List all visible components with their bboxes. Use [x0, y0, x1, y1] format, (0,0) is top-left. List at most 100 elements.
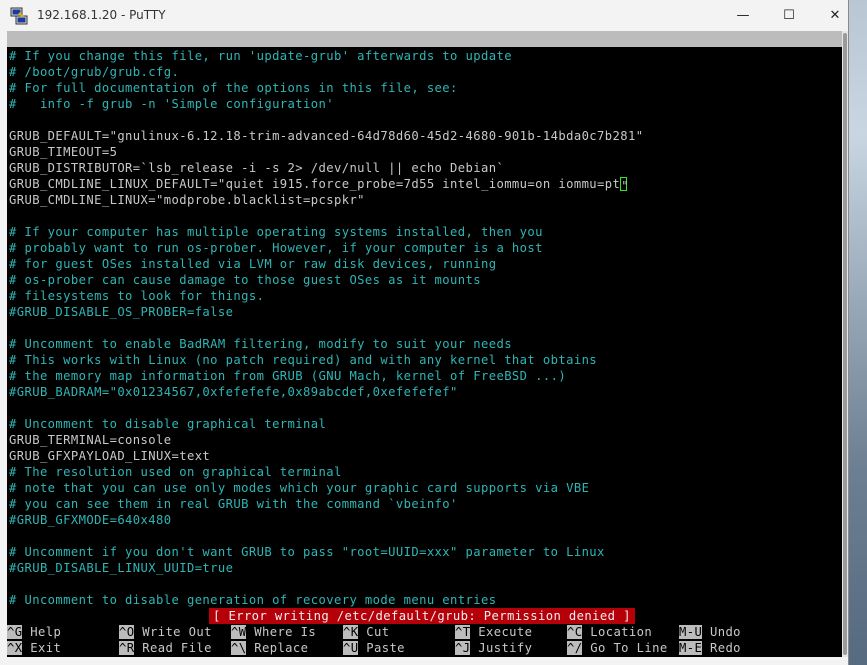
- shortcut-key: ^T: [455, 625, 471, 639]
- editor-line[interactable]: # Uncomment to disable graphical termina…: [9, 416, 326, 432]
- editor-line[interactable]: # Uncomment to enable BadRAM filtering, …: [9, 336, 512, 352]
- editor-line[interactable]: # note that you can use only modes which…: [9, 480, 589, 496]
- shortcut-item[interactable]: ^K Cut: [343, 624, 389, 640]
- editor-line[interactable]: GRUB_DISTRIBUTOR=`lsb_release -i -s 2> /…: [9, 160, 504, 176]
- editor-line[interactable]: # This works with Linux (no patch requir…: [9, 352, 597, 368]
- editor-line[interactable]: # The resolution used on graphical termi…: [9, 464, 342, 480]
- line-text: # probably want to run os-prober. Howeve…: [9, 241, 543, 255]
- line-text: # os-prober can cause damage to those gu…: [9, 273, 481, 287]
- line-text: GRUB_CMDLINE_LINUX_DEFAULT="quiet i915.f…: [9, 177, 621, 191]
- scrollbar-thumb[interactable]: [843, 33, 847, 655]
- shortcut-label: Execute: [478, 625, 533, 639]
- shortcut-item[interactable]: ^/ Go To Line: [567, 640, 668, 656]
- shortcut-key: ^K: [343, 625, 359, 639]
- shortcut-spacer: [702, 625, 710, 639]
- error-message: [ Error writing /etc/default/grub: Permi…: [209, 608, 635, 624]
- shortcut-label: Paste: [366, 641, 405, 655]
- line-text: # This works with Linux (no patch requir…: [9, 353, 598, 367]
- shortcut-item[interactable]: ^G Help: [7, 624, 61, 640]
- line-text: GRUB_TERMINAL=console: [9, 433, 172, 447]
- shortcut-label: Read File: [142, 641, 212, 655]
- shortcut-label: Go To Line: [590, 641, 668, 655]
- line-text: # Uncomment to disable graphical termina…: [9, 417, 327, 431]
- terminal-area[interactable]: GNU nano 7.2 /etc/default/grub * # If yo…: [7, 31, 842, 657]
- editor-line[interactable]: #GRUB_DISABLE_LINUX_UUID=true: [9, 560, 233, 576]
- editor-line[interactable]: # If your computer has multiple operatin…: [9, 224, 543, 240]
- shortcut-key: ^R: [119, 641, 135, 655]
- editor-line[interactable]: # info -f grub -n 'Simple configuration': [9, 96, 334, 112]
- editor-line[interactable]: # For full documentation of the options …: [9, 80, 458, 96]
- shortcut-item[interactable]: ^X Exit: [7, 640, 61, 656]
- editor-line[interactable]: # If you change this file, run 'update-g…: [9, 48, 512, 64]
- shortcut-key: M-E: [679, 641, 703, 655]
- shortcut-key: ^J: [455, 641, 471, 655]
- text-cursor: ": [620, 177, 630, 193]
- editor-line[interactable]: # Uncomment if you don't want GRUB to pa…: [9, 544, 605, 560]
- line-text: # If you change this file, run 'update-g…: [9, 49, 512, 63]
- shortcut-label: Exit: [30, 641, 62, 655]
- shortcut-item[interactable]: ^U Paste: [343, 640, 405, 656]
- shortcut-item[interactable]: M-U Undo: [679, 624, 741, 640]
- editor-line[interactable]: #GRUB_DISABLE_OS_PROBER=false: [9, 304, 233, 320]
- vertical-scrollbar[interactable]: [842, 31, 848, 657]
- line-text: GRUB_TIMEOUT=5: [9, 145, 118, 159]
- editor-line[interactable]: GRUB_TIMEOUT=5: [9, 144, 117, 160]
- editor-line[interactable]: GRUB_DEFAULT="gnulinux-6.12.18-trim-adva…: [9, 128, 643, 144]
- line-text: GRUB_DISTRIBUTOR=`lsb_release -i -s 2> /…: [9, 161, 505, 175]
- shortcut-key: ^W: [231, 625, 247, 639]
- desktop-background: [848, 0, 867, 665]
- shortcut-label: Replace: [254, 641, 309, 655]
- editor-line[interactable]: GRUB_GFXPAYLOAD_LINUX=text: [9, 448, 210, 464]
- line-text: # Uncomment to enable BadRAM filtering, …: [9, 337, 512, 351]
- title-bar[interactable]: 192.168.1.20 - PuTTY — ☐ ✕: [0, 0, 848, 31]
- editor-line[interactable]: # you can see them in real GRUB with the…: [9, 496, 458, 512]
- line-text: # The resolution used on graphical termi…: [9, 465, 342, 479]
- close-button[interactable]: ✕: [812, 0, 858, 31]
- shortcut-item[interactable]: M-E Redo: [679, 640, 741, 656]
- line-text: # info -f grub -n 'Simple configuration': [9, 97, 334, 111]
- editor-line[interactable]: GRUB_CMDLINE_LINUX="modprobe.blacklist=p…: [9, 192, 365, 208]
- shortcut-label: Redo: [709, 641, 741, 655]
- shortcut-item[interactable]: ^\ Replace: [231, 640, 308, 656]
- editor-line[interactable]: # /boot/grub/grub.cfg.: [9, 64, 179, 80]
- line-text: GRUB_DEFAULT="gnulinux-6.12.18-trim-adva…: [9, 129, 644, 143]
- shortcut-item[interactable]: ^J Justify: [455, 640, 532, 656]
- shortcut-item[interactable]: ^O Write Out: [119, 624, 212, 640]
- line-text: GRUB_CMDLINE_LINUX="modprobe.blacklist=p…: [9, 193, 365, 207]
- line-text: #GRUB_BADRAM="0x01234567,0xfefefefe,0x89…: [9, 385, 458, 399]
- shortcut-item[interactable]: ^R Read File: [119, 640, 212, 656]
- window-title: 192.168.1.20 - PuTTY: [37, 8, 166, 22]
- editor-line[interactable]: GRUB_TERMINAL=console: [9, 432, 172, 448]
- shortcut-key: ^\: [231, 641, 247, 655]
- shortcut-label: Undo: [709, 625, 741, 639]
- editor-line[interactable]: GRUB_CMDLINE_LINUX_DEFAULT="quiet i915.f…: [9, 176, 630, 193]
- shortcut-item[interactable]: ^T Execute: [455, 624, 532, 640]
- editor-line[interactable]: # filesystems to look for things.: [9, 288, 264, 304]
- shortcut-item[interactable]: ^C Location: [567, 624, 652, 640]
- maximize-button[interactable]: ☐: [766, 0, 812, 31]
- line-text: GRUB_GFXPAYLOAD_LINUX=text: [9, 449, 211, 463]
- line-text: # filesystems to look for things.: [9, 289, 265, 303]
- line-text: # If your computer has multiple operatin…: [9, 225, 543, 239]
- editor-line[interactable]: #GRUB_GFXMODE=640x480: [9, 512, 172, 528]
- shortcut-label: Justify: [478, 641, 533, 655]
- shortcut-label: Location: [590, 625, 653, 639]
- nano-modified-flag: *: [523, 80, 531, 94]
- editor-line[interactable]: # os-prober can cause damage to those gu…: [9, 272, 481, 288]
- line-text: # Uncomment to disable generation of rec…: [9, 593, 497, 607]
- editor-line[interactable]: #GRUB_BADRAM="0x01234567,0xfefefefe,0x89…: [9, 384, 458, 400]
- shortcut-key: ^U: [343, 641, 359, 655]
- editor-line[interactable]: # the memory map information from GRUB (…: [9, 368, 566, 384]
- putty-app-icon: [10, 7, 28, 25]
- minimize-button[interactable]: —: [720, 0, 766, 31]
- line-text: # /boot/grub/grub.cfg.: [9, 65, 180, 79]
- line-text: #GRUB_DISABLE_OS_PROBER=false: [9, 305, 234, 319]
- line-text: # Uncomment if you don't want GRUB to pa…: [9, 545, 605, 559]
- line-text: # the memory map information from GRUB (…: [9, 369, 567, 383]
- editor-line[interactable]: # probably want to run os-prober. Howeve…: [9, 240, 543, 256]
- shortcut-label: Where Is: [254, 625, 317, 639]
- shortcut-key: ^X: [7, 641, 23, 655]
- shortcut-item[interactable]: ^W Where Is: [231, 624, 316, 640]
- editor-line[interactable]: # Uncomment to disable generation of rec…: [9, 592, 496, 608]
- editor-line[interactable]: # for guest OSes installed via LVM or ra…: [9, 256, 496, 272]
